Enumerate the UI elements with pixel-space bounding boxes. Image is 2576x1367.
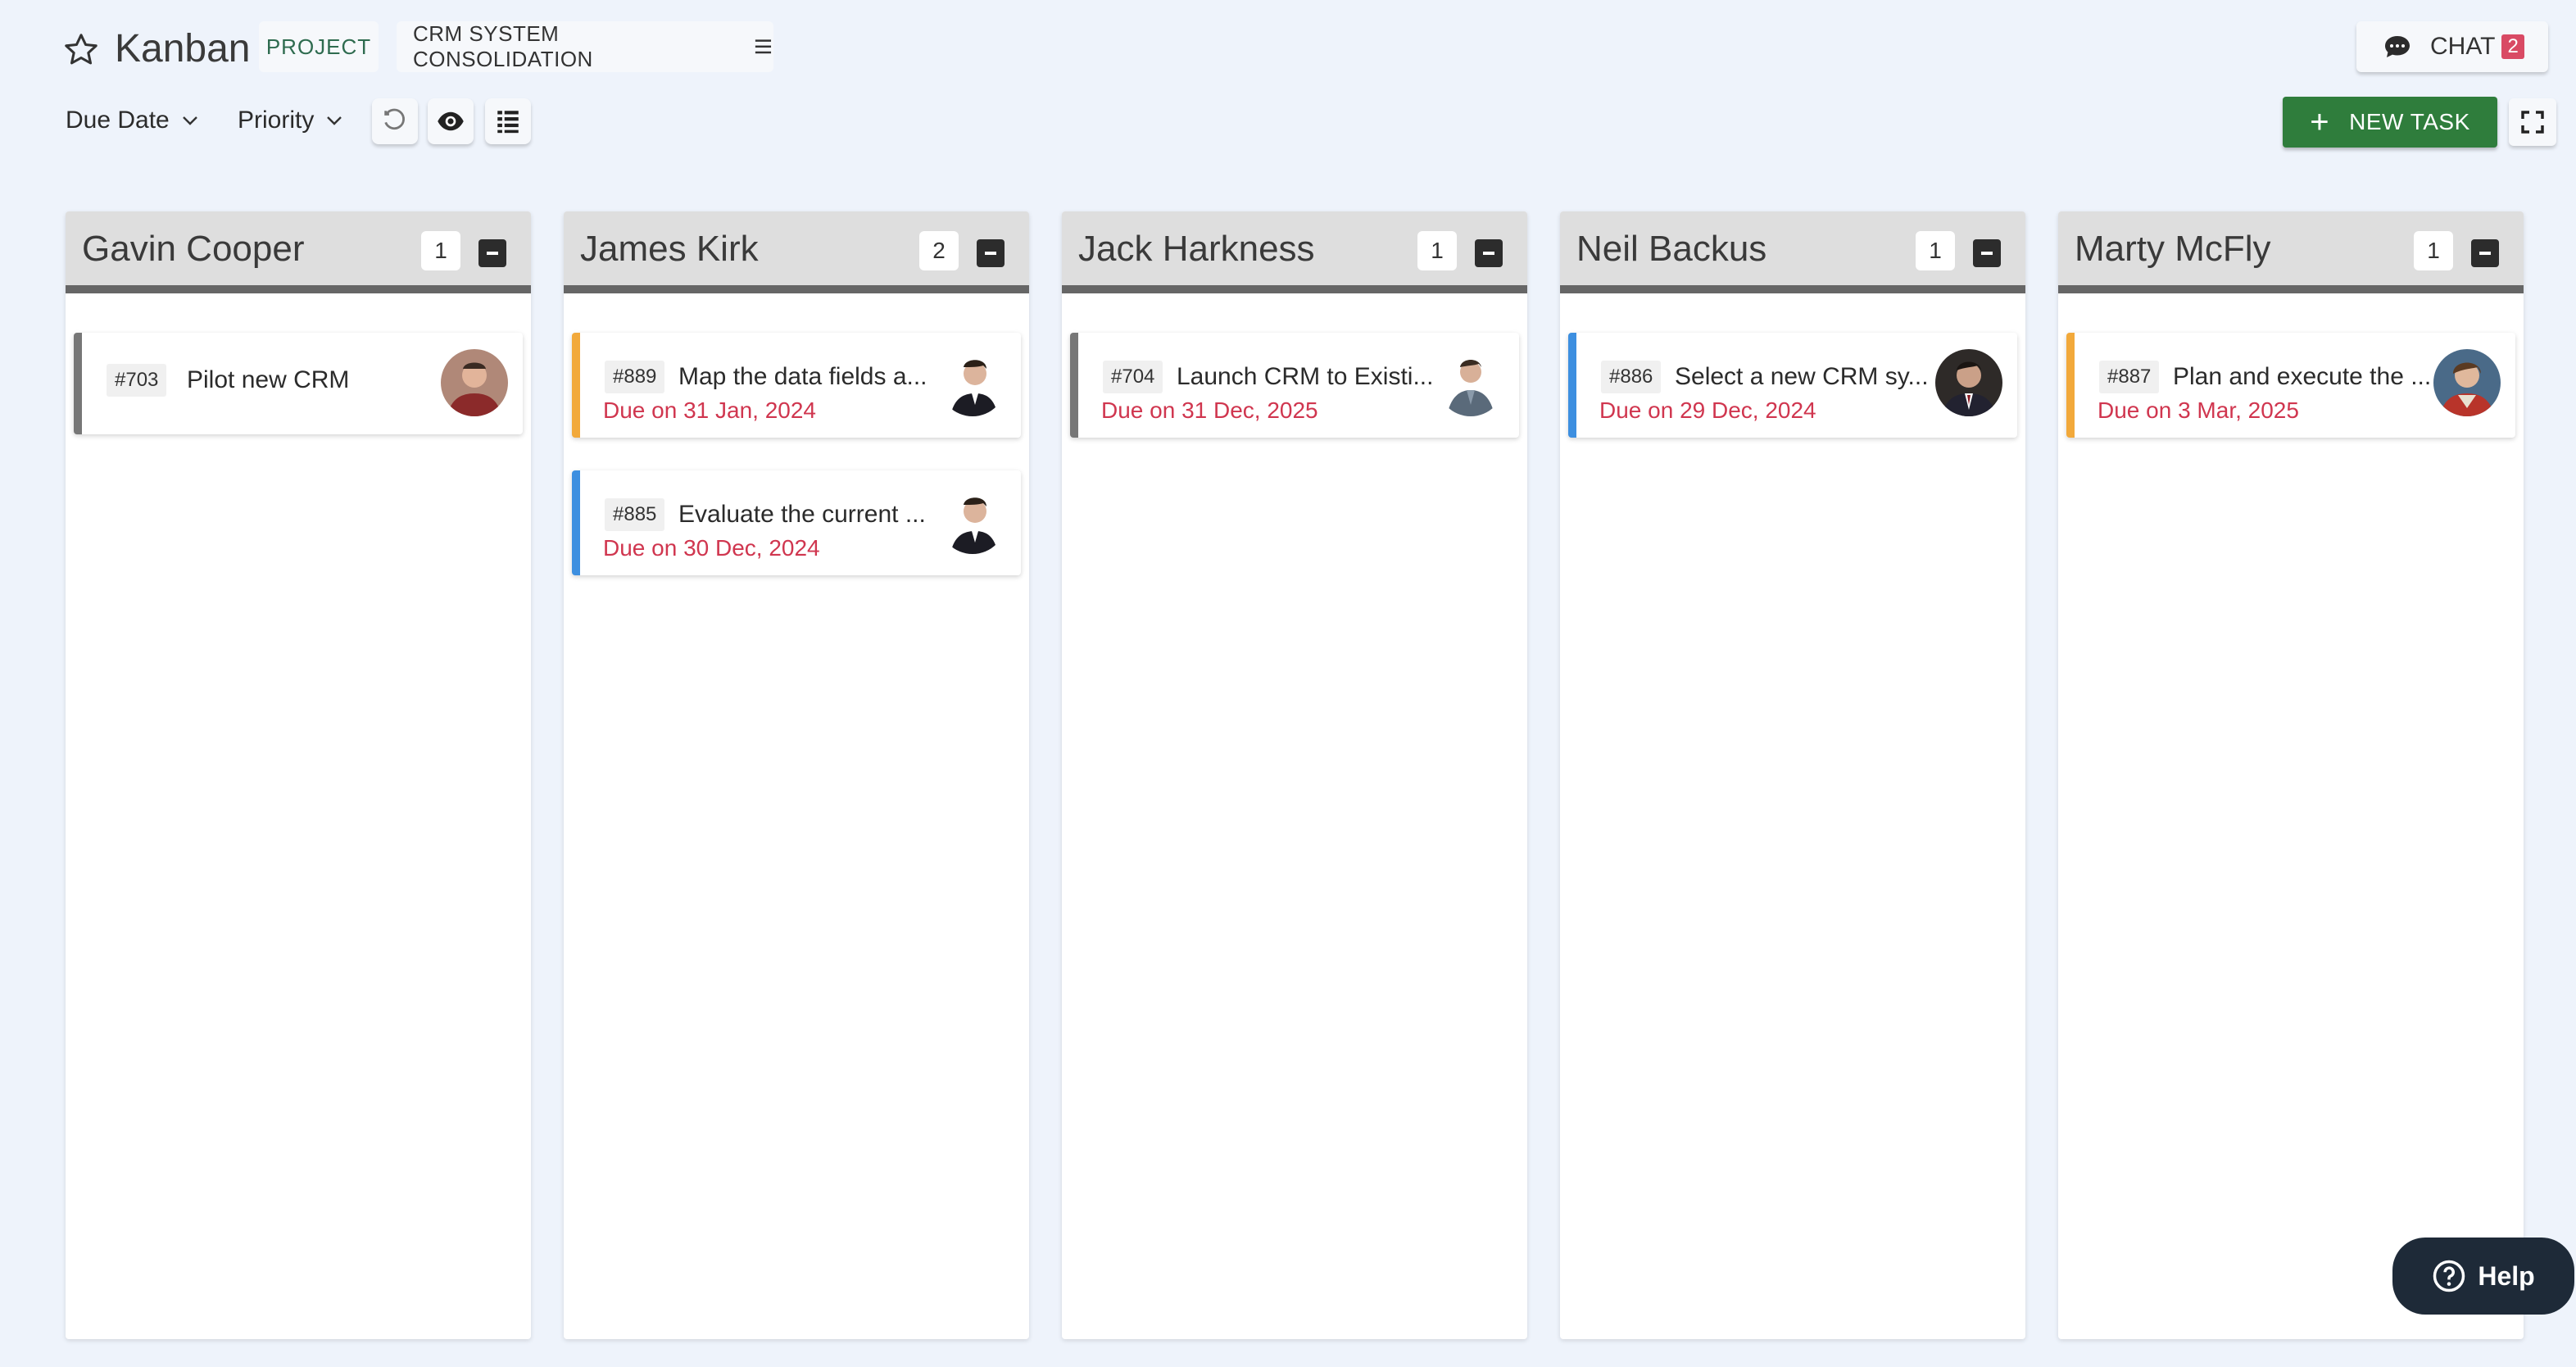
task-id: #886: [1601, 361, 1662, 393]
top-bar: Kanban PROJECT CRM SYSTEM CONSOLIDATION …: [0, 0, 2576, 82]
task-title: Evaluate the current ...: [678, 501, 926, 528]
fullscreen-icon: [2521, 111, 2544, 134]
task-id: #885: [605, 498, 665, 531]
task-card[interactable]: #886 Select a new CRM sy... Due on 29 De…: [1568, 333, 2017, 438]
task-due-date: Due on 29 Dec, 2024: [1599, 397, 1816, 423]
kanban-column: Neil Backus 1 #886 Select a new CRM sy..…: [1560, 211, 2025, 1339]
column-count-badge: 1: [421, 231, 460, 270]
avatar: [939, 487, 1006, 554]
kanban-column: Jack Harkness 1 #704 Launch CRM to Exist…: [1062, 211, 1527, 1339]
new-task-label: NEW TASK: [2349, 109, 2470, 134]
avatar: [939, 349, 1006, 416]
task-title: Launch CRM to Existi...: [1177, 363, 1434, 390]
kanban-column: James Kirk 2 #889 Map the data fields a.…: [564, 211, 1029, 1339]
chat-icon: [2385, 36, 2410, 57]
collapse-column-button[interactable]: [2471, 239, 2499, 267]
help-button[interactable]: Help: [2392, 1238, 2574, 1315]
reset-button[interactable]: [372, 98, 418, 144]
collapse-column-button[interactable]: [1475, 239, 1503, 267]
kanban-column: Gavin Cooper 1 #703 Pilot new CRM: [66, 211, 531, 1339]
task-card[interactable]: #703 Pilot new CRM: [74, 333, 523, 434]
task-card[interactable]: #885 Evaluate the current ... Due on 30 …: [572, 470, 1021, 575]
project-chip[interactable]: PROJECT: [259, 21, 379, 72]
task-id: #704: [1103, 361, 1163, 393]
eye-icon: [438, 111, 464, 131]
task-title: Plan and execute the ...: [2173, 363, 2432, 390]
toolbar: Due Date Priority + NEW TASK: [0, 90, 2576, 156]
task-card[interactable]: #889 Map the data fields a... Due on 31 …: [572, 333, 1021, 438]
column-header: Jack Harkness 1: [1062, 211, 1527, 293]
column-count-badge: 2: [919, 231, 959, 270]
task-title: Select a new CRM sy...: [1675, 363, 1929, 390]
star-icon[interactable]: [62, 31, 100, 69]
chat-label: CHAT: [2430, 33, 2496, 60]
question-icon: [2433, 1260, 2465, 1292]
avatar: [1935, 349, 2002, 416]
task-due-date: Due on 31 Dec, 2025: [1101, 397, 1318, 423]
plus-icon: +: [2310, 104, 2330, 140]
chat-button[interactable]: CHAT 2: [2356, 21, 2548, 72]
fullscreen-button[interactable]: [2509, 98, 2556, 146]
avatar: [441, 349, 508, 416]
group-dropdown[interactable]: Priority: [238, 107, 343, 134]
column-count-badge: 1: [2414, 231, 2453, 270]
column-header: Neil Backus 1: [1560, 211, 2025, 293]
undo-icon: [384, 108, 405, 130]
task-due-date: Due on 31 Jan, 2024: [603, 397, 816, 423]
new-task-button[interactable]: + NEW TASK: [2283, 97, 2497, 148]
kanban-column: Marty McFly 1 #887 Plan and execute the …: [2058, 211, 2524, 1339]
task-id: #703: [107, 364, 167, 397]
sort-dropdown[interactable]: Due Date: [66, 107, 199, 134]
task-title: Pilot new CRM: [187, 366, 350, 393]
list-icon: [497, 111, 519, 134]
column-title: James Kirk: [580, 229, 759, 269]
task-card[interactable]: #704 Launch CRM to Existi... Due on 31 D…: [1070, 333, 1519, 438]
collapse-column-button[interactable]: [478, 239, 506, 267]
chevron-down-icon: [327, 116, 342, 125]
task-due-date: Due on 30 Dec, 2024: [603, 535, 820, 561]
project-name: CRM SYSTEM CONSOLIDATION: [413, 21, 593, 71]
column-header: Marty McFly 1: [2058, 211, 2524, 293]
column-title: Marty McFly: [2075, 229, 2271, 269]
project-name-chip[interactable]: CRM SYSTEM CONSOLIDATION: [397, 21, 773, 72]
chevron-down-icon: [182, 116, 197, 125]
column-title: Gavin Cooper: [82, 229, 305, 269]
column-title: Neil Backus: [1576, 229, 1767, 269]
task-id: #889: [605, 361, 665, 393]
chat-count-badge: 2: [2501, 34, 2524, 59]
page-title: Kanban: [115, 27, 251, 70]
avatar: [1437, 349, 1504, 416]
help-label: Help: [2478, 1260, 2535, 1291]
task-title: Map the data fields a...: [678, 363, 927, 390]
column-count-badge: 1: [1916, 231, 1955, 270]
task-id: #887: [2099, 361, 2160, 393]
column-title: Jack Harkness: [1078, 229, 1315, 269]
task-due-date: Due on 3 Mar, 2025: [2098, 397, 2299, 423]
list-view-button[interactable]: [485, 98, 531, 144]
sort-label: Due Date: [66, 107, 170, 134]
collapse-column-button[interactable]: [977, 239, 1005, 267]
group-label: Priority: [238, 107, 315, 134]
column-header: James Kirk 2: [564, 211, 1029, 293]
collapse-column-button[interactable]: [1973, 239, 2001, 267]
column-count-badge: 1: [1417, 231, 1457, 270]
avatar: [2433, 349, 2501, 416]
visibility-button[interactable]: [428, 98, 474, 144]
menu-icon[interactable]: [753, 38, 773, 56]
column-header: Gavin Cooper 1: [66, 211, 531, 293]
task-card[interactable]: #887 Plan and execute the ... Due on 3 M…: [2066, 333, 2515, 438]
